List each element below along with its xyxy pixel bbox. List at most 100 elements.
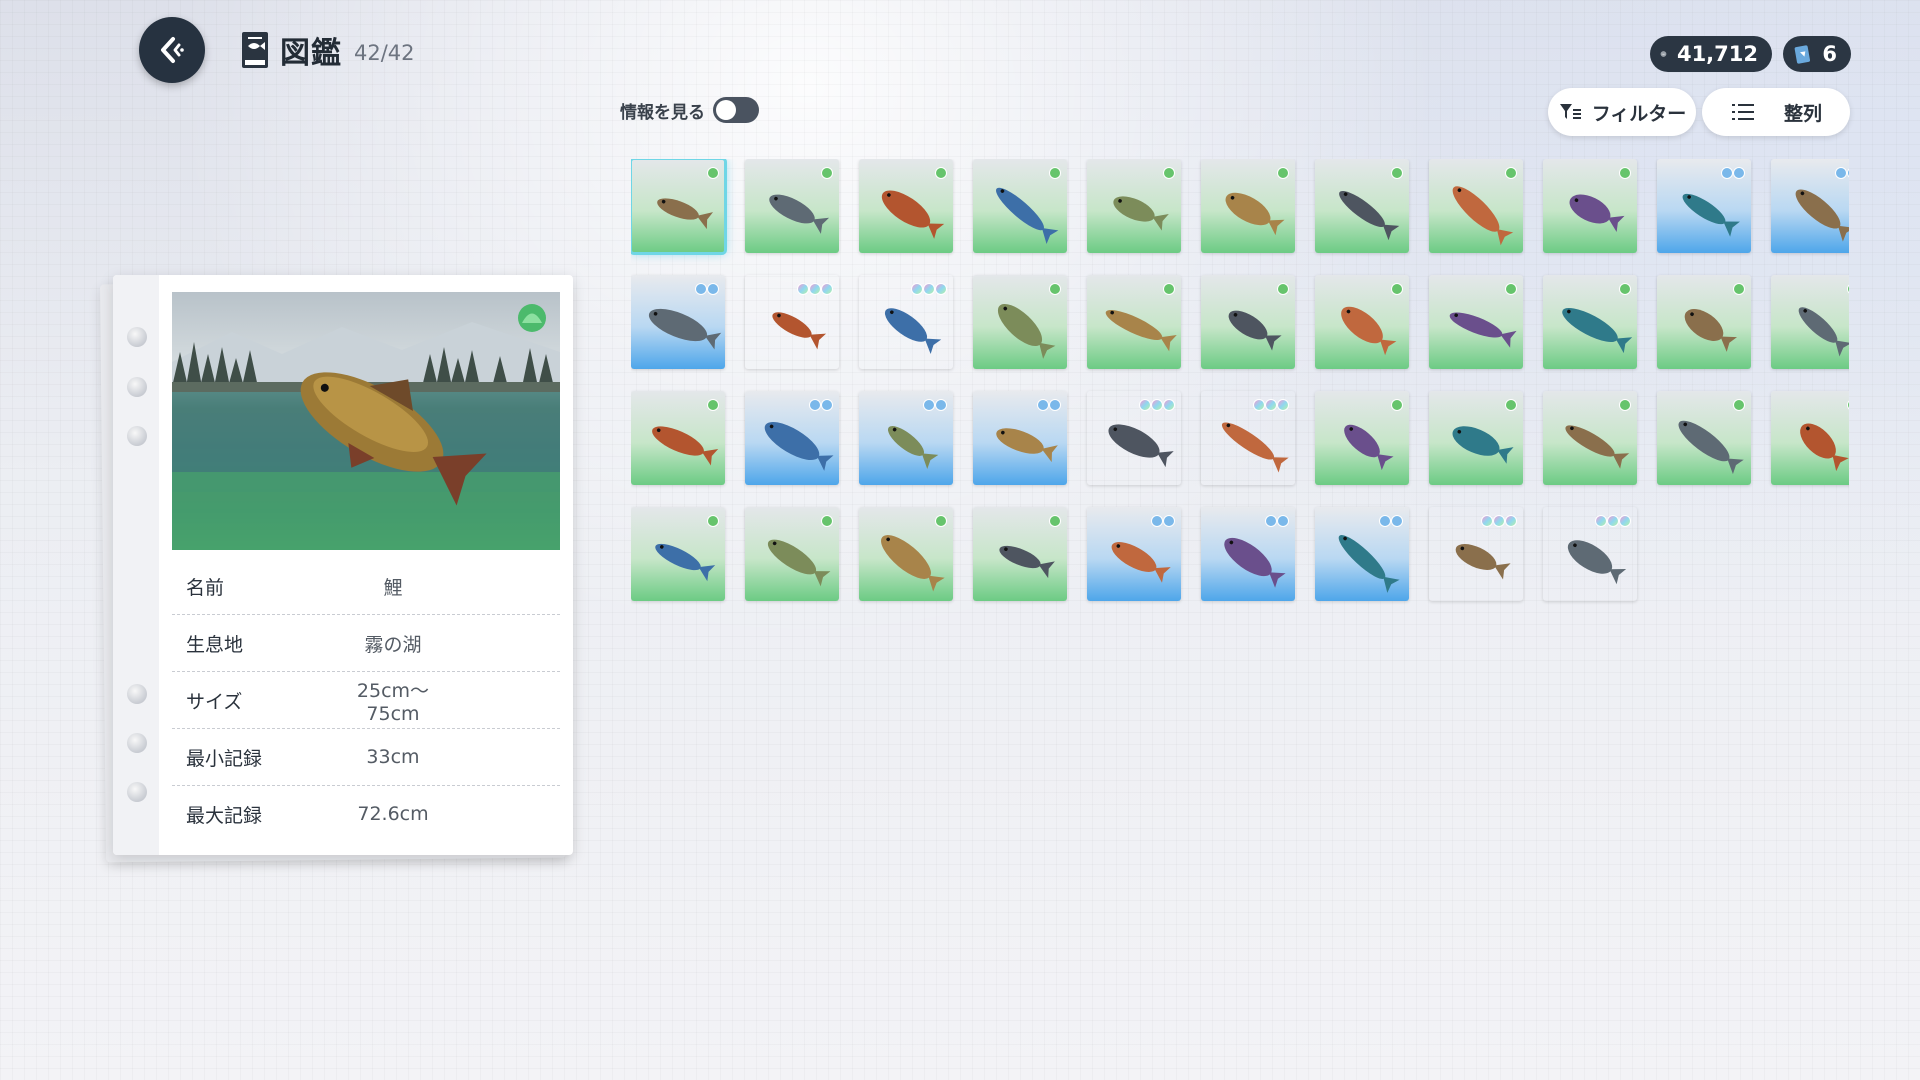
fish-tile[interactable] xyxy=(973,275,1067,369)
carp-preview-illustration xyxy=(172,304,560,550)
fish-tile[interactable] xyxy=(1657,391,1751,485)
fish-tile[interactable] xyxy=(1087,159,1181,253)
rarity-gem-icon xyxy=(1139,399,1151,411)
fish-tile[interactable] xyxy=(1315,507,1409,601)
rarity-gem-icon xyxy=(1481,515,1493,527)
rarity-gem-icon xyxy=(1151,399,1163,411)
info-value: 72.6cm xyxy=(357,803,429,825)
sort-button[interactable]: 整列 xyxy=(1702,88,1850,136)
info-value: 25cm～75cm xyxy=(356,679,430,725)
rarity-gem-icon xyxy=(935,167,947,179)
fish-tile[interactable] xyxy=(745,275,839,369)
fish-tile[interactable] xyxy=(745,507,839,601)
fish-tile[interactable] xyxy=(859,275,953,369)
fish-tile[interactable] xyxy=(1201,275,1295,369)
fish-tile[interactable] xyxy=(1429,391,1523,485)
info-row-min-record: 最小記録 33cm xyxy=(172,729,560,786)
rarity-gem-icon xyxy=(821,167,833,179)
toggle-knob xyxy=(716,100,736,120)
rarity-gem-icon xyxy=(1733,283,1745,295)
coin-balance: 41,712 xyxy=(1650,36,1772,72)
rarity-gem-icon xyxy=(923,283,935,295)
info-row-habitat: 生息地 霧の湖 xyxy=(172,615,560,672)
fish-tile[interactable] xyxy=(745,159,839,253)
filter-label: フィルター xyxy=(1591,102,1687,125)
fish-tile[interactable] xyxy=(1657,159,1751,253)
fish-tile[interactable] xyxy=(1087,391,1181,485)
rarity-gem-icon xyxy=(1619,167,1631,179)
rarity-gem-icon xyxy=(1595,515,1607,527)
info-toggle-switch[interactable] xyxy=(713,97,759,123)
fish-tile[interactable] xyxy=(631,159,727,255)
page-header: 図鑑 42/42 xyxy=(240,28,415,72)
fish-tile[interactable] xyxy=(631,507,725,601)
fish-tile[interactable] xyxy=(1429,275,1523,369)
fish-tile[interactable] xyxy=(1315,159,1409,253)
fish-tile[interactable] xyxy=(973,391,1067,485)
fish-tile[interactable] xyxy=(1429,159,1523,253)
fish-tile[interactable] xyxy=(1201,391,1295,485)
fish-tile[interactable] xyxy=(1771,391,1849,485)
fish-tile[interactable] xyxy=(1771,159,1849,253)
fish-tile[interactable] xyxy=(859,159,953,253)
rarity-gem-icon xyxy=(935,399,947,411)
fish-tile[interactable] xyxy=(1771,275,1849,369)
fish-tile[interactable] xyxy=(1657,275,1751,369)
fish-tile[interactable] xyxy=(1315,275,1409,369)
fish-tile[interactable] xyxy=(973,159,1067,253)
rarity-gem-icon xyxy=(1733,167,1745,179)
card-binding xyxy=(113,275,159,855)
fish-tile[interactable] xyxy=(859,507,953,601)
fish-tile[interactable] xyxy=(1543,391,1637,485)
sort-label: 整列 xyxy=(1783,102,1822,125)
fish-tile[interactable] xyxy=(1087,275,1181,369)
info-value: 鯉 xyxy=(383,576,403,599)
rarity-gem-icon xyxy=(1163,283,1175,295)
encyclopedia-icon xyxy=(242,32,268,68)
rarity-gem-icon xyxy=(1163,167,1175,179)
fish-tile[interactable] xyxy=(1543,275,1637,369)
rarity-gem-icon xyxy=(707,515,719,527)
fish-tile[interactable] xyxy=(1087,507,1181,601)
rarity-gem-icon xyxy=(821,399,833,411)
fish-tile[interactable] xyxy=(1201,507,1295,601)
rarity-gem-icon xyxy=(1505,283,1517,295)
fish-preview-image xyxy=(172,292,560,550)
rarity-gem-icon xyxy=(1505,399,1517,411)
rarity-gem-icon xyxy=(1151,515,1163,527)
rarity-gem-icon xyxy=(1163,399,1175,411)
fish-tile[interactable] xyxy=(631,275,725,369)
rarity-gem-icon xyxy=(1505,515,1517,527)
fish-tile[interactable] xyxy=(1201,159,1295,253)
rarity-gem-icon xyxy=(935,515,947,527)
ticket-amount: 6 xyxy=(1822,42,1837,66)
rarity-gem-icon xyxy=(1607,515,1619,527)
starfish-icon xyxy=(1800,423,1849,472)
rarity-gem-icon xyxy=(1391,283,1403,295)
rarity-gem-icon xyxy=(707,167,719,179)
info-value: 33cm xyxy=(366,746,420,768)
fish-tile[interactable] xyxy=(1543,507,1637,601)
collection-count: 42/42 xyxy=(354,41,415,65)
rarity-gem-icon xyxy=(1493,515,1505,527)
info-label: 生息地 xyxy=(186,633,244,656)
rarity-gem-icon xyxy=(1277,167,1289,179)
binder-hole xyxy=(127,684,147,704)
fish-tile[interactable] xyxy=(1429,507,1523,601)
filter-icon xyxy=(1559,104,1581,119)
fish-tile[interactable] xyxy=(973,507,1067,601)
info-label: サイズ xyxy=(186,690,243,713)
fish-tile[interactable] xyxy=(631,391,725,485)
rarity-gem-icon xyxy=(809,283,821,295)
rarity-gem-icon xyxy=(1049,167,1061,179)
fish-tile[interactable] xyxy=(1543,159,1637,253)
rarity-gem-icon xyxy=(1619,283,1631,295)
info-row-max-record: 最大記録 72.6cm xyxy=(172,786,560,842)
rarity-gem-icon xyxy=(1163,515,1175,527)
fish-tile[interactable] xyxy=(745,391,839,485)
info-label: 名前 xyxy=(186,576,225,599)
back-button[interactable] xyxy=(139,17,205,83)
fish-tile[interactable] xyxy=(1315,391,1409,485)
filter-button[interactable]: フィルター xyxy=(1548,88,1696,136)
fish-tile[interactable] xyxy=(859,391,953,485)
